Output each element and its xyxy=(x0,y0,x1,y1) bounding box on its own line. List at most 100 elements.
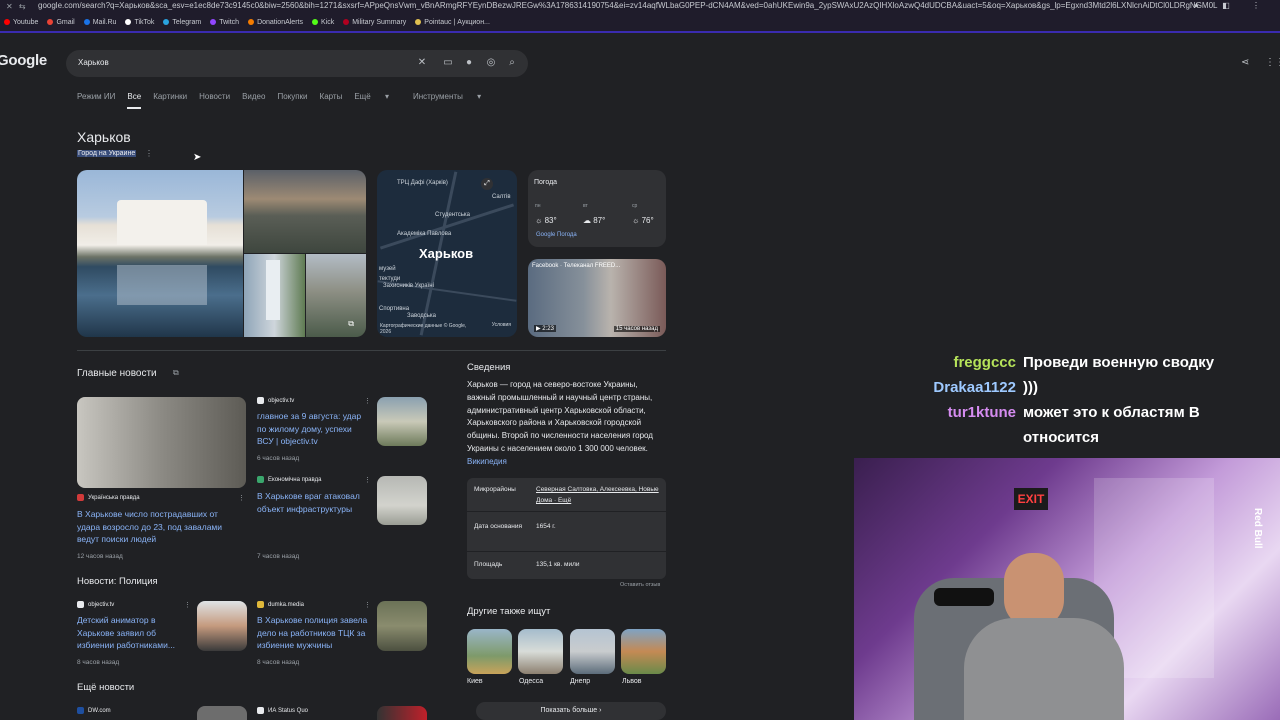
more-options-icon[interactable]: ⋮ xyxy=(238,494,245,502)
bookmark-gmail[interactable]: Gmail xyxy=(47,19,75,26)
video-card[interactable]: Facebook · Телеканал FREED... ▶ 2:23 15 … xyxy=(528,259,666,337)
related-city-image[interactable] xyxy=(467,629,512,674)
bookmark-twitch[interactable]: Twitch xyxy=(210,19,239,26)
related-city-image[interactable] xyxy=(518,629,563,674)
tab-all[interactable]: Все xyxy=(127,92,142,109)
map-card[interactable]: ТРЦ Дафі (Харків) Салтів Студентська Ака… xyxy=(377,170,517,337)
more-options-icon[interactable]: ⋮ xyxy=(145,149,153,158)
entity-title: Харьков xyxy=(77,129,131,145)
map-terms[interactable]: Условия xyxy=(492,322,511,328)
related-city-image[interactable] xyxy=(570,629,615,674)
keyboard-icon[interactable]: ▭ xyxy=(441,56,455,70)
microphone-icon xyxy=(934,588,994,606)
bookmark-donationalerts[interactable]: DonationAlerts xyxy=(248,19,303,26)
news-thumbnail[interactable] xyxy=(377,397,427,446)
clear-icon[interactable]: ✕ xyxy=(415,56,429,70)
tab-more[interactable]: Ещё ▾ xyxy=(354,92,401,109)
city-photo-aerial[interactable] xyxy=(244,170,366,253)
browser-action-icons[interactable]: ★ ◧ ⋮ xyxy=(1193,1,1270,10)
tab-videos[interactable]: Видео xyxy=(242,92,265,109)
feedback-link[interactable]: Оставить отзыв xyxy=(620,582,660,588)
share-icon[interactable]: ⋖ xyxy=(1241,57,1249,68)
bookmark-youtube[interactable]: Youtube xyxy=(4,19,38,26)
news-time: 12 часов назад xyxy=(77,553,123,560)
news-thumbnail[interactable] xyxy=(377,476,427,525)
news-headline-link[interactable]: В Харькове полиция завела дело на работн… xyxy=(257,614,372,652)
cloud-icon: ☁ xyxy=(583,216,591,225)
bookmark-tiktok[interactable]: TikTok xyxy=(125,19,154,26)
news-headline-link[interactable]: В Харькове враг атаковал объект инфрастр… xyxy=(257,490,369,515)
chat-username: Drakaa1122 xyxy=(933,379,1016,396)
news-thumbnail[interactable] xyxy=(197,601,247,651)
news-source: DW.com xyxy=(77,707,111,714)
related-city-image[interactable] xyxy=(621,629,666,674)
browser-nav-icons[interactable]: ✕ ⇆ xyxy=(6,2,28,11)
bookmarks-bar: Youtube Gmail Mail.Ru TikTok Telegram Tw… xyxy=(0,13,1280,33)
search-icon[interactable]: ⌕ xyxy=(505,56,519,70)
address-bar[interactable]: ✕ ⇆ google.com/search?q=Харьков&sca_esv=… xyxy=(0,0,1280,13)
tab-maps[interactable]: Карты xyxy=(320,92,343,109)
related-city-label[interactable]: Львов xyxy=(622,678,642,685)
related-city-label[interactable]: Киев xyxy=(467,678,483,685)
youtube-icon xyxy=(4,19,10,25)
google-logo[interactable]: Google xyxy=(0,52,47,69)
fact-key: Дата основания xyxy=(474,523,523,530)
wikipedia-link[interactable]: Википедия xyxy=(467,457,507,466)
bookmark-telegram[interactable]: Telegram xyxy=(163,19,201,26)
dumka-icon xyxy=(257,601,264,608)
news-headline-link[interactable]: главное за 9 августа: удар по жилому дом… xyxy=(257,410,369,448)
bookmark-mailru[interactable]: Mail.Ru xyxy=(83,19,116,26)
tab-news[interactable]: Новости xyxy=(199,92,230,109)
weather-card[interactable]: Погода пн вт ср ☼ 83° ☁ 87° ☼ 76° Google… xyxy=(528,170,666,247)
more-options-icon[interactable]: ⋮ xyxy=(184,601,191,609)
search-input[interactable]: Харьков xyxy=(78,58,109,67)
news-time: 7 часов назад xyxy=(257,553,300,560)
news-headline-link[interactable]: Детский аниматор в Харькове заявил об из… xyxy=(77,614,189,652)
expand-icon[interactable]: ⤢ xyxy=(481,178,493,190)
more-options-icon[interactable]: ⋮ xyxy=(364,476,371,484)
news-thumbnail[interactable] xyxy=(377,706,427,720)
divider xyxy=(77,350,666,351)
bookmark-kick[interactable]: Kick xyxy=(311,19,334,26)
weather-temp: 87° xyxy=(593,216,606,225)
fact-value-link[interactable]: Северная Салтовка, Алексеевка, Новые Дом… xyxy=(536,484,661,506)
city-photo-park[interactable]: ⧉ xyxy=(306,254,366,337)
video-time: 15 часов назад xyxy=(613,326,660,332)
city-photo-tower[interactable] xyxy=(244,254,305,337)
tab-ai-mode[interactable]: Режим ИИ xyxy=(77,92,115,109)
map-label: Спортивна xyxy=(379,306,410,312)
open-icon[interactable]: ⧉ xyxy=(173,368,179,378)
weather-source-link[interactable]: Google Погода xyxy=(536,232,577,238)
lens-icon[interactable]: ◎ xyxy=(484,56,498,70)
play-icon: ▶ xyxy=(536,326,541,332)
apps-icon[interactable]: ⋮⋮ xyxy=(1265,57,1280,68)
gallery-icon[interactable]: ⧉ xyxy=(348,319,354,329)
twitch-icon xyxy=(210,19,217,25)
dw-icon xyxy=(77,707,84,714)
search-box[interactable]: Харьков ✕ ▭ ● ◎ ⌕ xyxy=(66,50,528,77)
tab-tools[interactable]: Инструменты ▾ xyxy=(413,92,493,109)
weather-day: пн xyxy=(535,203,541,209)
news-image-main[interactable] xyxy=(77,397,246,488)
more-options-icon[interactable]: ⋮ xyxy=(364,601,371,609)
related-city-label[interactable]: Днепр xyxy=(570,678,590,685)
news-thumbnail[interactable] xyxy=(197,706,247,720)
weather-temp: 76° xyxy=(641,216,654,225)
news-thumbnail[interactable] xyxy=(377,601,427,651)
bookmark-pointauc[interactable]: Pointauc | Аукцион... xyxy=(415,19,490,26)
sun-icon: ☼ xyxy=(535,216,543,225)
show-more-button[interactable]: Показать больше › xyxy=(476,702,666,720)
more-options-icon[interactable]: ⋮ xyxy=(364,397,371,405)
microphone-icon[interactable]: ● xyxy=(462,56,476,70)
city-photo-main[interactable] xyxy=(77,170,243,337)
video-duration: ▶ 2:23 xyxy=(534,325,556,332)
tab-images[interactable]: Картинки xyxy=(153,92,187,109)
tab-shopping[interactable]: Покупки xyxy=(277,92,307,109)
chevron-right-icon: › xyxy=(599,707,602,714)
bookmark-military-summary[interactable]: Military Summary xyxy=(343,19,406,26)
donationalerts-icon xyxy=(248,19,255,25)
news-headline-link[interactable]: В Харькове число пострадавших от удара в… xyxy=(77,508,242,546)
url-text[interactable]: google.com/search?q=Харьков&sca_esv=e1ec… xyxy=(38,1,1218,10)
related-city-label[interactable]: Одесса xyxy=(519,678,543,685)
exit-sign: EXIT xyxy=(1014,488,1048,510)
